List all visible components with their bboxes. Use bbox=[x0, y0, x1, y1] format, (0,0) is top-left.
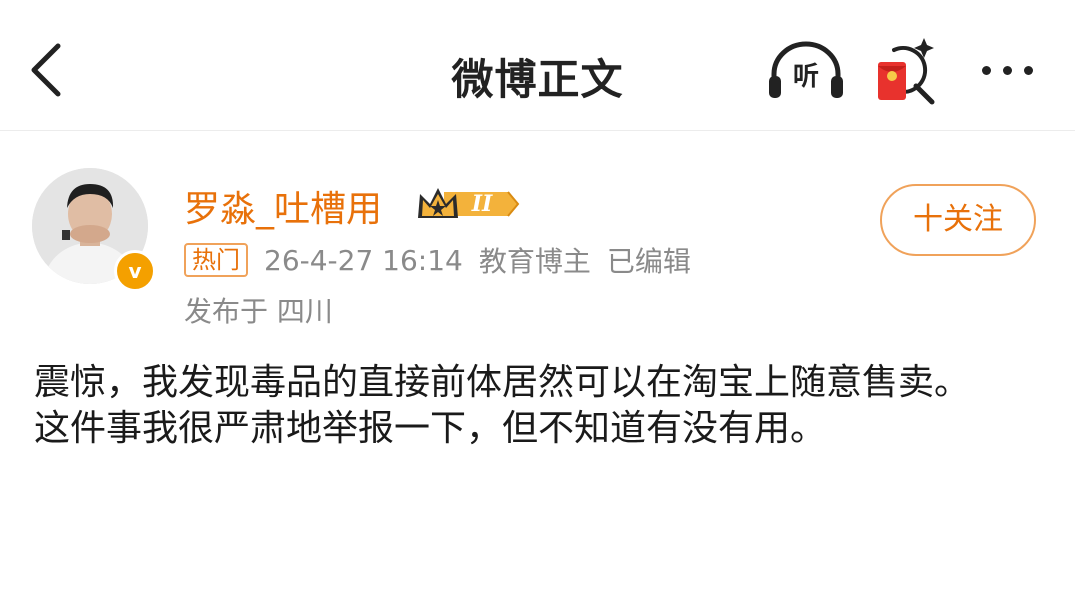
post-location: 发布于 四川 bbox=[184, 295, 333, 328]
post-meta-row: 热门 26-4-27 16:14 教育博主 已编辑 bbox=[184, 240, 691, 280]
weibo-post-page: 微博正文 听 v 罗淼_吐槽用 II 十关注 热门 26-4-27 16:14 … bbox=[0, 0, 1075, 604]
post-paragraph: 震惊，我发现毒品的直接前体居然可以在淘宝上随意售卖。 bbox=[34, 362, 971, 403]
hot-tag[interactable]: 热门 bbox=[184, 243, 248, 277]
vip-badge[interactable]: II bbox=[416, 184, 524, 224]
avatar[interactable]: v bbox=[32, 168, 156, 292]
more-icon-dot bbox=[1003, 66, 1012, 75]
more-icon-dot bbox=[1024, 66, 1033, 75]
red-packet-search-button[interactable] bbox=[872, 36, 944, 106]
post-body: 震惊，我发现毒品的直接前体居然可以在淘宝上随意售卖。 这件事我很严肃地举报一下，… bbox=[34, 360, 1044, 452]
author-role: 教育博主 bbox=[478, 245, 591, 278]
back-icon bbox=[31, 43, 61, 97]
more-button[interactable] bbox=[976, 52, 1040, 88]
edited-label[interactable]: 已编辑 bbox=[607, 240, 691, 280]
red-packet-search-icon bbox=[878, 38, 935, 105]
post-paragraph: 这件事我很严肃地举报一下，但不知道有没有用。 bbox=[34, 408, 827, 449]
top-nav-bar: 微博正文 听 bbox=[0, 0, 1075, 131]
verified-icon: v bbox=[114, 250, 156, 292]
author-name[interactable]: 罗淼_吐槽用 bbox=[184, 180, 382, 232]
follow-button[interactable]: 十关注 bbox=[880, 184, 1036, 256]
post-timestamp: 26-4-27 16:14 bbox=[264, 243, 463, 277]
vip-level-label: II bbox=[471, 191, 493, 217]
listen-button[interactable]: 听 bbox=[766, 40, 846, 104]
back-button[interactable] bbox=[24, 40, 68, 100]
more-icon-dot bbox=[982, 66, 991, 75]
listen-label: 听 bbox=[792, 62, 819, 92]
